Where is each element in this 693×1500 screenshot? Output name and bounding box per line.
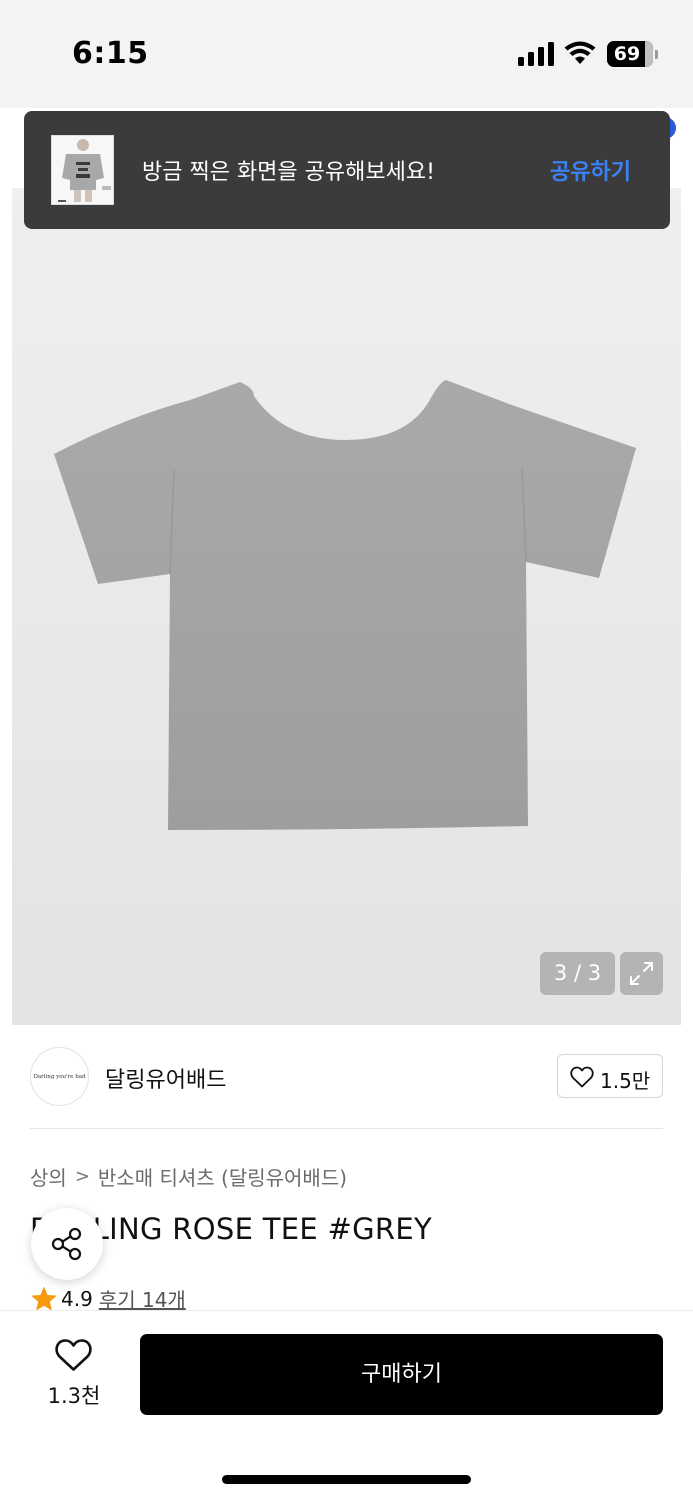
toast-message: 방금 찍은 화면을 공유해보세요!	[142, 160, 435, 185]
breadcrumb-subcategory[interactable]: 반소매 티셔츠 (달링유어배드)	[98, 1166, 347, 1190]
wishlist-count: 1.3천	[47, 1384, 101, 1408]
status-time: 6:15	[72, 36, 149, 71]
brand-like-button[interactable]: 1.5만	[557, 1054, 663, 1098]
screenshot-thumbnail[interactable]	[51, 135, 114, 205]
rating-value: 4.9	[61, 1286, 93, 1311]
wifi-icon	[564, 41, 596, 64]
gallery-right-edge	[681, 108, 693, 1025]
screenshot-share-toast: 방금 찍은 화면을 공유해보세요! 공유하기	[24, 111, 670, 229]
battery-percent: 69	[613, 43, 641, 65]
product-image-grey-tee	[54, 380, 636, 830]
battery-icon: 69	[607, 41, 653, 67]
star-icon	[31, 1286, 57, 1311]
review-count-link[interactable]: 후기 14개	[99, 1288, 186, 1312]
brand-like-count: 1.5만	[600, 1069, 651, 1093]
gallery-page-counter: 3 / 3	[540, 952, 615, 995]
rating-row: 4.9 후기 14개	[30, 1284, 186, 1312]
status-bar: 6:15 69	[0, 0, 693, 108]
gallery-expand-button[interactable]	[620, 952, 663, 995]
brand-name[interactable]: 달링유어배드	[105, 1062, 226, 1094]
heart-icon	[570, 1066, 594, 1088]
gallery-left-edge	[0, 108, 12, 1025]
section-divider	[30, 1128, 663, 1129]
expand-icon	[630, 962, 653, 985]
breadcrumb-category[interactable]: 상의	[30, 1166, 67, 1190]
share-button[interactable]	[31, 1208, 103, 1280]
brand-logo[interactable]: Darling you're bad	[30, 1047, 89, 1106]
chevron-right-icon: >	[74, 1166, 90, 1187]
wishlist-heart-icon[interactable]	[55, 1338, 92, 1372]
share-icon	[51, 1227, 82, 1261]
cellular-signal-icon	[518, 42, 554, 66]
toast-share-button[interactable]: 공유하기	[550, 154, 631, 186]
home-indicator	[222, 1475, 471, 1484]
buy-button[interactable]: 구매하기	[140, 1334, 663, 1415]
battery-cap	[655, 50, 658, 59]
breadcrumb: 상의 > 반소매 티셔츠 (달링유어배드)	[30, 1162, 347, 1191]
